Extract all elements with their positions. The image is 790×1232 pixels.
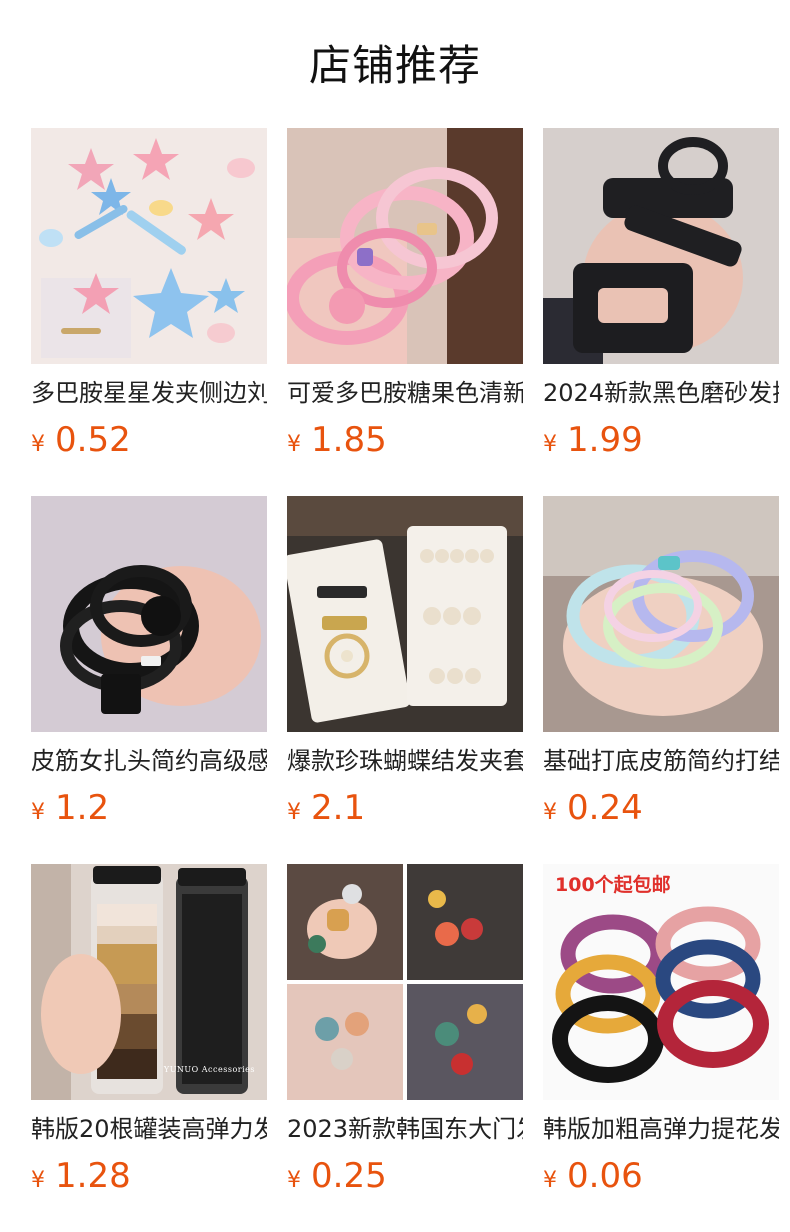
thick-hair-ties-icon [543,864,779,1100]
product-image[interactable]: YUNUO Accessories [31,864,267,1100]
promo-badge: 100个起包邮 [555,874,671,896]
product-price: ¥0.06 [543,1156,779,1196]
product-title[interactable]: 韩版加粗高弹力提花发圈 [543,1114,779,1144]
product-card[interactable]: YUNUO Accessories 韩版20根罐装高弹力发圈 ¥1.28 [31,864,267,1196]
price-value: 0.06 [567,1156,643,1196]
pastel-hair-ties-icon [543,496,779,732]
product-title[interactable]: 多巴胺星星发夹侧边刘海夹 [31,378,267,408]
product-image[interactable]: 100个起包邮 [543,864,779,1100]
pearl-hairpins-icon [287,496,523,732]
price-value: 0.25 [311,1156,387,1196]
product-title[interactable]: 2024新款黑色磨砂发抓夹 [543,378,779,408]
currency-symbol: ¥ [31,1168,45,1193]
page-title: 店铺推荐 [308,41,481,90]
product-image[interactable] [287,864,523,1100]
product-image[interactable] [287,128,523,364]
currency-symbol: ¥ [31,800,45,825]
product-title[interactable]: 可爱多巴胺糖果色清新发圈 [287,378,523,408]
product-image[interactable] [31,496,267,732]
product-title[interactable]: 爆款珍珠蝴蝶结发夹套装 [287,746,523,776]
black-hair-ties-icon [31,496,267,732]
currency-symbol: ¥ [543,1168,557,1193]
brand-text: YUNUO Accessories [163,1065,255,1074]
product-price: ¥1.2 [31,788,267,828]
price-value: 1.85 [311,420,387,460]
product-image[interactable] [543,496,779,732]
product-image[interactable] [31,128,267,364]
price-value: 1.99 [567,420,643,460]
bead-hair-ties-icon [287,864,523,1100]
product-title[interactable]: 韩版20根罐装高弹力发圈 [31,1114,267,1144]
product-price: ¥1.85 [287,420,523,460]
product-price: ¥0.24 [543,788,779,828]
price-value: 0.24 [567,788,643,828]
currency-symbol: ¥ [287,800,301,825]
currency-symbol: ¥ [543,432,557,457]
product-image[interactable] [287,496,523,732]
currency-symbol: ¥ [287,1168,301,1193]
product-card[interactable]: 2023新款韩国东大门发圈 ¥0.25 [287,864,523,1196]
black-claw-clip-icon [543,128,779,364]
product-title[interactable]: 基础打底皮筋简约打结发圈 [543,746,779,776]
product-card[interactable]: 爆款珍珠蝴蝶结发夹套装 ¥2.1 [287,496,523,828]
product-card[interactable]: 皮筋女扎头简约高级感发圈 ¥1.2 [31,496,267,828]
price-value: 2.1 [311,788,366,828]
product-card[interactable]: 多巴胺星星发夹侧边刘海夹 ¥0.52 [31,128,267,460]
product-title[interactable]: 皮筋女扎头简约高级感发圈 [31,746,267,776]
product-price: ¥0.25 [287,1156,523,1196]
product-price: ¥1.99 [543,420,779,460]
header: 店铺推荐 [0,40,790,92]
product-card[interactable]: 100个起包邮 韩版加粗高弹力提花发圈 ¥0.06 [543,864,779,1196]
currency-symbol: ¥ [31,432,45,457]
product-price: ¥0.52 [31,420,267,460]
price-value: 1.28 [55,1156,131,1196]
product-title[interactable]: 2023新款韩国东大门发圈 [287,1114,523,1144]
price-value: 0.52 [55,420,131,460]
product-price: ¥2.1 [287,788,523,828]
pink-hair-ties-icon [287,128,523,364]
product-price: ¥1.28 [31,1156,267,1196]
product-card[interactable]: 可爱多巴胺糖果色清新发圈 ¥1.85 [287,128,523,460]
product-card[interactable]: 基础打底皮筋简约打结发圈 ¥0.24 [543,496,779,828]
star-hairclips-icon [31,128,267,364]
price-value: 1.2 [55,788,110,828]
currency-symbol: ¥ [287,432,301,457]
currency-symbol: ¥ [543,800,557,825]
product-image[interactable] [543,128,779,364]
product-card[interactable]: 2024新款黑色磨砂发抓夹 ¥1.99 [543,128,779,460]
